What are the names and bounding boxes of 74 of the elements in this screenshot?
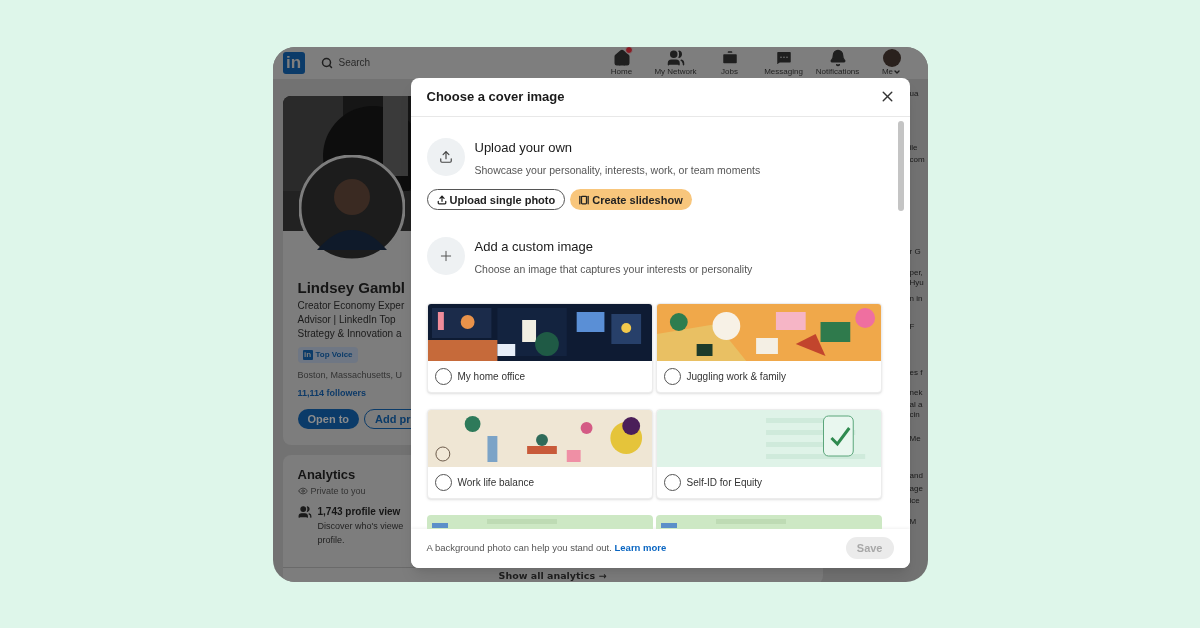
- bell-icon: [828, 48, 847, 67]
- cover-option-card[interactable]: Juggling work & family: [655, 303, 882, 393]
- logo[interactable]: in: [282, 51, 305, 74]
- slideshow-icon: [579, 194, 590, 205]
- footer-text: A background photo can help you stand out. Learn more: [426, 540, 667, 555]
- create-slideshow-button[interactable]: Create slideshow: [570, 189, 692, 211]
- sidebar-text: al a: [909, 399, 923, 410]
- show-all-analytics-link[interactable]: Show all analytics →: [498, 570, 607, 582]
- nav-item[interactable]: Notifications: [810, 48, 865, 77]
- people-icon: [666, 48, 685, 67]
- cover-option-card[interactable]: Work life balance: [426, 409, 653, 499]
- cover-option-card[interactable]: My home office: [426, 303, 653, 393]
- dialog-title: Choose a cover image: [426, 87, 565, 106]
- sidebar-text: cin: [909, 409, 920, 420]
- analytics-title: Analytics: [297, 466, 356, 484]
- sidebar-text: r G: [909, 246, 921, 257]
- option-label: Juggling work & family: [686, 370, 786, 384]
- sidebar-text: n in: [909, 293, 923, 304]
- sidebar-text: Hyu: [909, 277, 924, 288]
- stat-title: 1,743 profile view: [317, 505, 402, 519]
- stat-description: Discover who's viewe: [317, 520, 404, 533]
- headline-text: Advisor | LinkedIn Top: [297, 313, 396, 327]
- nav-item[interactable]: Me: [864, 48, 919, 77]
- section-subtitle: Choose an image that captures your interests or personality: [474, 262, 753, 278]
- cover-option-card[interactable]: Self-ID for Equity: [655, 409, 882, 499]
- sidebar-text: Me: [909, 433, 921, 444]
- privacy-text: Private to you: [310, 484, 366, 498]
- nav-label: Home: [610, 66, 633, 77]
- option-label: My home office: [457, 370, 526, 384]
- sidebar-text: and: [909, 470, 923, 481]
- headline-text: Creator Economy Exper: [297, 299, 405, 313]
- sidebar-text: ice: [909, 495, 920, 506]
- followers-link[interactable]: 11,114 followers: [297, 386, 367, 400]
- section-title: Add a custom image: [474, 239, 594, 256]
- nav-item[interactable]: My Network: [648, 48, 703, 77]
- nav-item[interactable]: Jobs: [702, 48, 757, 77]
- search-icon: [320, 56, 333, 69]
- top-voice-badge: in Top Voice: [297, 347, 358, 363]
- headline-text: Strategy & Innovation a: [297, 327, 402, 341]
- sidebar-text: com: [909, 154, 925, 165]
- profile-name: Lindsey Gambl: [297, 277, 406, 298]
- section-subtitle: Showcase your personality, interests, work, or team moments: [474, 162, 761, 178]
- logo: in: [302, 350, 313, 360]
- nav-label: My Network: [654, 66, 697, 77]
- sidebar-text: es f: [909, 367, 923, 378]
- open-to-button[interactable]: Open to: [297, 409, 360, 429]
- people-icon: [297, 505, 312, 519]
- nav-label: Me: [881, 66, 894, 77]
- upload-icon: [438, 149, 453, 164]
- location-text: Boston, Massachusetts, U: [297, 369, 403, 382]
- upload-photo-button[interactable]: Upload single photo: [426, 189, 566, 211]
- nav-label: Messaging: [764, 66, 803, 77]
- upload-icon: [436, 194, 447, 205]
- nav-label: Jobs: [721, 66, 738, 77]
- option-label: Self-ID for Equity: [686, 476, 763, 490]
- learn-more-link[interactable]: Learn more: [614, 541, 667, 553]
- sidebar-text: ile: [909, 142, 918, 153]
- sidebar-text: age: [909, 483, 923, 494]
- stat-description: profile.: [317, 534, 346, 547]
- sidebar-text: per,: [909, 267, 923, 278]
- sidebar-text: ua: [909, 88, 919, 99]
- sidebar-text: nek: [909, 387, 923, 398]
- home-icon: [612, 48, 631, 67]
- nav-item[interactable]: Messaging: [756, 48, 811, 77]
- option-label: Work life balance: [457, 476, 535, 490]
- sidebar-text: F: [909, 321, 915, 332]
- scrollbar[interactable]: [897, 120, 904, 211]
- eye-icon: [297, 486, 308, 497]
- search-field[interactable]: Search: [320, 55, 371, 70]
- nav-label: Notifications: [815, 66, 860, 77]
- nav-item[interactable]: Home: [594, 48, 649, 77]
- avatar-icon: [882, 48, 901, 67]
- section-title: Upload your own: [474, 139, 574, 156]
- sidebar-text: M: [909, 516, 917, 527]
